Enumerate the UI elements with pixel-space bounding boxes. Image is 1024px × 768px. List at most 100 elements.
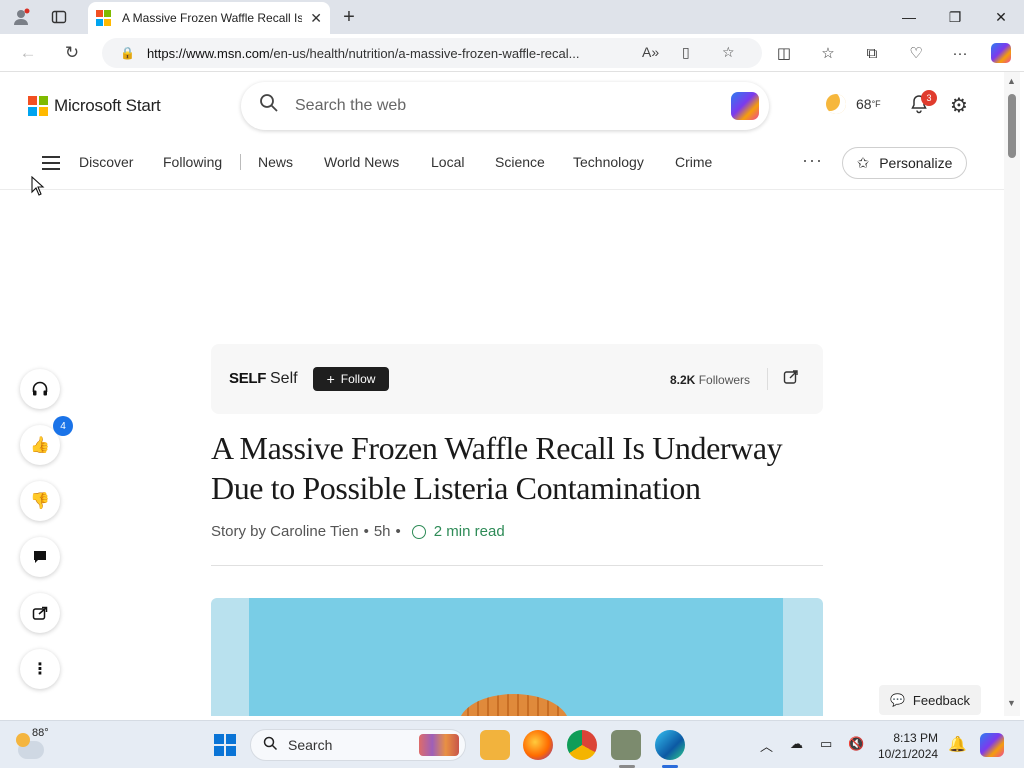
lock-icon: 🔒 — [120, 46, 135, 60]
article-headline: A Massive Frozen Waffle Recall Is Underw… — [211, 430, 783, 506]
feedback-button[interactable]: 💬 Feedback — [879, 685, 981, 715]
search-placeholder: Search the web — [295, 97, 407, 114]
collections-icon[interactable]: ⧉ — [861, 43, 883, 63]
mouse-cursor-icon — [31, 175, 45, 201]
feedback-icon: 💬 — [889, 693, 905, 707]
taskbar-search-icon — [263, 736, 278, 755]
tab-actions-icon[interactable] — [46, 5, 72, 29]
taskbar-weather[interactable]: 88° — [16, 727, 49, 759]
plus-icon: + — [326, 371, 335, 387]
close-window-icon[interactable]: ✕ — [978, 0, 1024, 34]
active-tab[interactable]: A Massive Frozen Waffle Recall Is ✕ — [88, 2, 330, 34]
article-byline: Story by Caroline Tien • 5h • 2 min read — [211, 523, 505, 540]
notification-count-badge: 3 — [921, 90, 937, 106]
nav-item-following[interactable]: Following — [163, 154, 222, 170]
follow-label: Follow — [340, 372, 376, 386]
weather-cloud-icon — [16, 733, 44, 759]
scroll-up-arrow-icon[interactable]: ▲ — [1007, 76, 1016, 86]
url-host: https://www.msn.com — [146, 45, 270, 61]
comment-icon[interactable] — [20, 537, 60, 577]
network-icon[interactable]: ☁ — [790, 736, 803, 752]
immersive-reader-icon[interactable]: ▯ — [682, 44, 690, 61]
category-nav: Discover Following News World News Local… — [0, 140, 1010, 190]
taskbar-copilot-icon[interactable] — [980, 733, 1004, 757]
back-icon[interactable]: ← — [14, 41, 42, 65]
nav-item-local[interactable]: Local — [431, 154, 464, 170]
followers-count: 8.2K Followers — [670, 373, 751, 387]
taskbar-date: 10/21/2024 — [878, 747, 939, 761]
copilot-sidebar-icon[interactable] — [990, 43, 1012, 63]
feedback-label: Feedback — [912, 692, 971, 708]
settings-gear-icon[interactable]: ⚙ — [950, 93, 968, 118]
listen-headphones-icon[interactable] — [20, 369, 60, 409]
windows-taskbar: 88° Search ︿ ☁ ▭ 🔇 8:13 PM 10/21/2024 🔔 — [0, 720, 1024, 768]
open-external-icon[interactable] — [783, 369, 799, 388]
nav-item-world-news[interactable]: World News — [324, 154, 399, 170]
microsoft-logo-icon — [28, 96, 48, 116]
display-icon[interactable]: ▭ — [820, 736, 832, 752]
address-field[interactable]: 🔒 https://www.msn.com/en-us/health/nutri… — [102, 38, 762, 68]
moon-icon — [826, 94, 846, 114]
weather-widget[interactable]: 68 °F — [826, 94, 881, 114]
firefox-icon[interactable] — [523, 730, 553, 760]
taskbar-notification-icon[interactable]: 🔔 — [948, 735, 967, 753]
microsoft-start-logo[interactable]: Microsoft Start — [28, 96, 161, 116]
personalize-label: Personalize — [879, 155, 953, 171]
windows-start-icon[interactable] — [214, 734, 236, 756]
web-search-box[interactable]: Search the web — [241, 82, 769, 130]
timer-icon — [411, 524, 426, 539]
address-toolbar: ← ↻ 🔒 https://www.msn.com/en-us/health/n… — [0, 34, 1024, 72]
publisher-logo[interactable]: SELF — [229, 370, 266, 387]
profile-icon[interactable] — [8, 5, 34, 29]
publisher-bar: SELF Self + Follow 8.2K Followers — [211, 344, 823, 414]
personalize-button[interactable]: ✩ Personalize — [842, 147, 967, 179]
nav-item-technology[interactable]: Technology — [573, 154, 644, 170]
favorite-star-icon[interactable]: ☆ — [722, 44, 735, 61]
menu-hamburger-icon[interactable] — [42, 156, 60, 174]
read-aloud-icon[interactable]: A» — [642, 44, 659, 60]
refresh-icon[interactable]: ↻ — [58, 41, 86, 65]
search-highlight-icon — [419, 734, 459, 756]
nav-divider — [240, 154, 241, 170]
sparkle-star-icon: ✩ — [856, 155, 870, 172]
share-icon[interactable] — [20, 593, 60, 633]
nav-item-news[interactable]: News — [258, 154, 293, 170]
more-categories-icon[interactable]: ··· — [802, 150, 823, 171]
scrollbar-thumb[interactable] — [1008, 94, 1016, 158]
dislike-thumbs-down-icon[interactable]: 👎 — [20, 481, 60, 521]
file-explorer-icon[interactable] — [480, 730, 510, 760]
tab-title: A Massive Frozen Waffle Recall Is — [122, 11, 302, 25]
weather-unit: °F — [871, 99, 881, 109]
tray-overflow-chevron-icon[interactable]: ︿ — [760, 736, 773, 755]
publisher-name[interactable]: Self — [270, 370, 298, 388]
minimize-icon[interactable]: — — [886, 0, 932, 34]
nav-item-discover[interactable]: Discover — [79, 154, 133, 170]
split-screen-icon[interactable]: ◫ — [773, 43, 795, 63]
taskbar-search[interactable]: Search — [250, 729, 466, 761]
taskbar-time: 8:13 PM — [893, 731, 939, 745]
copilot-icon[interactable] — [731, 92, 759, 120]
nav-item-crime[interactable]: Crime — [675, 154, 712, 170]
taskbar-weather-temp: 88° — [32, 727, 49, 739]
settings-more-icon[interactable]: ··· — [949, 43, 971, 63]
favorites-icon[interactable]: ☆ — [817, 43, 839, 63]
byline-divider — [211, 565, 823, 566]
browser-essentials-icon[interactable]: ♡ — [905, 43, 927, 63]
brand-name: Microsoft Start — [54, 96, 161, 115]
follow-button[interactable]: + Follow — [313, 367, 389, 391]
page-scrollbar[interactable] — [1004, 72, 1020, 716]
taskbar-clock[interactable]: 8:13 PM 10/21/2024 — [878, 730, 938, 762]
close-tab-icon[interactable]: ✕ — [310, 10, 322, 27]
scroll-down-arrow-icon[interactable]: ▼ — [1007, 698, 1016, 708]
volume-muted-icon[interactable]: 🔇 — [848, 736, 864, 752]
app-game-icon[interactable] — [611, 730, 641, 760]
edge-icon[interactable] — [655, 730, 685, 760]
chrome-icon[interactable] — [567, 730, 597, 760]
more-options-icon[interactable]: ⋮ — [20, 649, 60, 689]
nav-item-science[interactable]: Science — [495, 154, 545, 170]
new-tab-icon[interactable]: + — [336, 5, 362, 29]
search-icon — [259, 93, 279, 119]
like-count-badge: 4 — [53, 416, 73, 436]
restore-icon[interactable]: ❐ — [932, 0, 978, 34]
author-byline[interactable]: Story by Caroline Tien — [211, 523, 359, 540]
